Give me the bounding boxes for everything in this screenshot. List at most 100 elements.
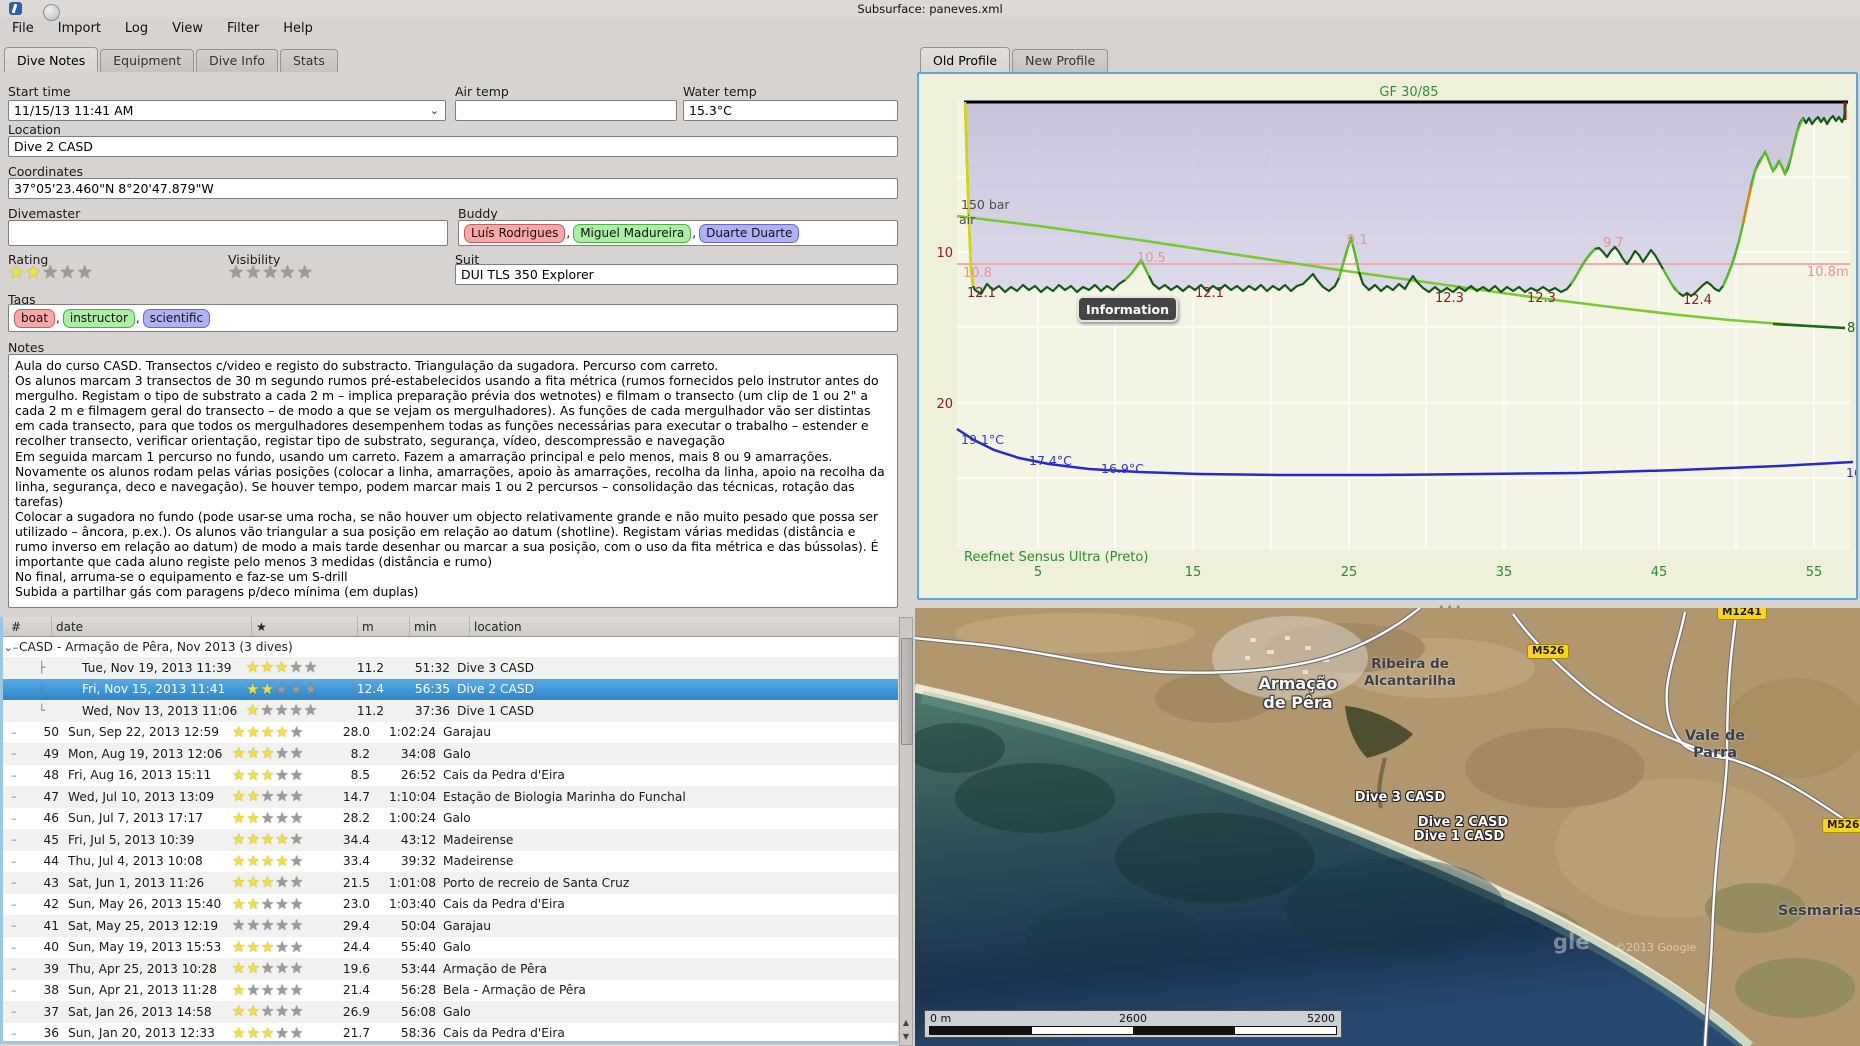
- location-input[interactable]: Dive 2 CASD: [8, 136, 898, 157]
- dive-row[interactable]: –43 Sat, Jun 1, 2013 11:26 ★ ★ ★ ★ ★ 21.5 1:01:0…: [3, 872, 898, 894]
- divemaster-input[interactable]: [8, 220, 448, 246]
- star-icon: ★: [289, 980, 304, 999]
- suit-input[interactable]: DUI TLS 350 Explorer: [455, 264, 898, 285]
- tab-equipment[interactable]: Equipment: [100, 49, 195, 72]
- water-temp-input[interactable]: 15.3°C: [683, 100, 898, 121]
- dive-row[interactable]: –48 Fri, Aug 16, 2013 15:11 ★ ★ ★ ★ ★ 8.5 26:52 C…: [3, 764, 898, 786]
- star-icon: ★: [275, 894, 289, 913]
- star-icon: ★: [289, 679, 303, 698]
- dive-row[interactable]: –44 Thu, Jul 4, 2013 10:08 ★ ★ ★ ★ ★ 33.4 39:32 M…: [3, 850, 898, 872]
- col-rating[interactable]: ★: [251, 617, 357, 636]
- tab-stats[interactable]: Stats: [279, 49, 338, 72]
- map-sesmarias-label: Sesmarias: [1777, 903, 1860, 919]
- visibility-stars[interactable]: ★ ★ ★ ★ ★: [228, 264, 314, 282]
- star-icon: ★: [275, 787, 289, 806]
- dive-row[interactable]: –39 Thu, Apr 25, 2013 10:28 ★ ★ ★ ★ ★ 19.6 53:44…: [3, 958, 898, 980]
- chip[interactable]: instructor: [62, 308, 135, 328]
- menu-item-filter[interactable]: Filter: [219, 19, 267, 38]
- buddy-input[interactable]: Luís Rodrigues, Miguel Madureira, Duarte D…: [458, 220, 898, 246]
- menu-item-log[interactable]: Log: [117, 19, 156, 38]
- tab-dive-notes[interactable]: Dive Notes: [4, 47, 99, 72]
- depth-sample-label: 12.4: [1683, 293, 1712, 308]
- tree-glyph: –: [11, 833, 17, 847]
- star-icon: ★: [262, 262, 279, 283]
- col-date[interactable]: date: [51, 617, 251, 636]
- chip[interactable]: Miguel Madureira: [573, 223, 692, 243]
- chip-separator: ,: [692, 226, 697, 240]
- star-icon: ★: [260, 787, 275, 806]
- dive-row[interactable]: –50 Sun, Sep 22, 2013 12:59 ★ ★ ★ ★ ★ 28.0 1:02:…: [3, 721, 898, 743]
- dive-row[interactable]: ├ Tue, Nov 19, 2013 11:39 ★ ★ ★ ★ ★ 11.2 51:32 Di…: [3, 657, 898, 679]
- notes-textarea[interactable]: Aula do curso CASD. Transectos c/video e…: [8, 354, 898, 608]
- star-icon: ★: [303, 679, 318, 698]
- dive-rating: ★ ★ ★ ★ ★: [232, 894, 318, 913]
- tab-dive-info[interactable]: Dive Info: [196, 49, 278, 72]
- trip-row[interactable]: ⌄– CASD - Armação de Pêra, Nov 2013 (3 d…: [3, 637, 898, 657]
- col-number[interactable]: #: [3, 617, 51, 636]
- tree-glyph: –: [11, 725, 17, 739]
- dive-row[interactable]: –36 Sun, Jan 20, 2013 12:33 ★ ★ ★ ★ ★ 21.7 58:36…: [3, 1022, 898, 1041]
- dive-location: Galo: [443, 940, 471, 955]
- dive-row[interactable]: ├ Fri, Nov 15, 2013 11:41 ★ ★ ★ ★ ★ 12.4 56:35 Di…: [3, 678, 898, 700]
- dive-date: Tue, Nov 19, 2013 11:39: [82, 660, 232, 675]
- dive-row[interactable]: –40 Sun, May 19, 2013 15:53 ★ ★ ★ ★ ★ 24.4 55:40…: [3, 936, 898, 958]
- dive-site-map[interactable]: Armação de Pêra Ribeira de Alcantarilha …: [915, 608, 1860, 1046]
- dive-date: Fri, Nov 15, 2013 11:41: [82, 682, 226, 697]
- dive-duration: 53:44: [400, 961, 436, 976]
- dive-row[interactable]: └ Wed, Nov 13, 2013 11:06 ★ ★ ★ ★ ★ 11.2 37:36 Di…: [3, 700, 898, 722]
- information-tooltip[interactable]: Information: [1077, 296, 1178, 322]
- chip-separator: ,: [135, 311, 140, 325]
- star-icon: ★: [275, 722, 289, 741]
- time-tick: 55: [1806, 565, 1823, 580]
- dive-row[interactable]: –38 Sun, Apr 21, 2013 11:28 ★ ★ ★ ★ ★ 21.4 56:28…: [3, 979, 898, 1001]
- star-icon: ★: [246, 830, 260, 849]
- dive-number: 44: [43, 854, 59, 869]
- col-location[interactable]: location: [469, 617, 898, 636]
- dive-row[interactable]: –49 Mon, Aug 19, 2013 12:06 ★ ★ ★ ★ ★ 8.2 34:08 G…: [3, 743, 898, 765]
- col-depth[interactable]: m: [357, 617, 409, 636]
- col-duration[interactable]: min: [409, 617, 469, 636]
- chip[interactable]: boat: [14, 308, 56, 328]
- dive-date: Fri, Aug 16, 2013 15:11: [68, 768, 212, 783]
- scroll-down-icon[interactable]: ▼: [900, 1030, 912, 1043]
- star-icon: ★: [232, 722, 246, 741]
- titlebar: Subsurface: paneves.xml: [0, 0, 1860, 17]
- scrollbar-thumb[interactable]: [901, 638, 913, 745]
- dive-list-scrollbar[interactable]: ▲ ▼: [899, 617, 913, 1046]
- rating-stars[interactable]: ★ ★ ★ ★ ★: [8, 264, 94, 282]
- buddy-label: Buddy: [458, 206, 498, 221]
- menu-item-import[interactable]: Import: [50, 19, 109, 38]
- tab-new-profile[interactable]: New Profile: [1012, 49, 1109, 72]
- dive-duration: 51:32: [414, 660, 450, 675]
- star-icon: ★: [289, 937, 304, 956]
- menu-item-view[interactable]: View: [164, 19, 211, 38]
- chip[interactable]: Luís Rodrigues: [464, 223, 566, 243]
- depth-sample-label: 10.5: [1137, 251, 1166, 266]
- dive-row[interactable]: –47 Wed, Jul 10, 2013 13:09 ★ ★ ★ ★ ★ 14.7 1:10:…: [3, 786, 898, 808]
- chip[interactable]: Duarte Duarte: [699, 223, 800, 243]
- map-town-label: Armação de Pêra: [1258, 674, 1338, 712]
- menu-item-file[interactable]: File: [4, 19, 42, 38]
- coordinates-input[interactable]: 37°05'23.460"N 8°20'47.879"W: [8, 178, 898, 199]
- dive-row[interactable]: –41 Sat, May 25, 2013 12:19 ★ ★ ★ ★ ★ 29.4 50:04…: [3, 915, 898, 937]
- dive-rating: ★ ★ ★ ★ ★: [246, 679, 332, 698]
- start-time-combobox[interactable]: 11/15/13 11:41 AM ⌄: [8, 100, 446, 121]
- dive-row[interactable]: –46 Sun, Jul 7, 2013 17:17 ★ ★ ★ ★ ★ 28.2 1:00:2…: [3, 807, 898, 829]
- dive-depth: 34.4: [342, 832, 370, 847]
- star-icon: ★: [275, 980, 289, 999]
- chip[interactable]: scientific: [142, 308, 211, 328]
- air-temp-input[interactable]: [455, 100, 677, 121]
- collapse-arrow-icon[interactable]: ⌄–: [3, 641, 19, 654]
- menu-item-help[interactable]: Help: [275, 19, 321, 38]
- star-icon: ★: [232, 894, 246, 913]
- star-icon: ★: [260, 1002, 275, 1021]
- copyright-watermark: ©2013 Google: [1615, 941, 1697, 954]
- dive-row[interactable]: –37 Sat, Jan 26, 2013 14:58 ★ ★ ★ ★ ★ 26.9 56:08…: [3, 1001, 898, 1023]
- star-icon: ★: [246, 894, 260, 913]
- dive-duration: 1:10:04: [389, 789, 436, 804]
- tab-old-profile[interactable]: Old Profile: [920, 47, 1011, 72]
- dive-row[interactable]: –42 Sun, May 26, 2013 15:40 ★ ★ ★ ★ ★ 23.0 1:03:…: [3, 893, 898, 915]
- scroll-up-icon[interactable]: ▲: [900, 1016, 912, 1029]
- dive-row[interactable]: –45 Fri, Jul 5, 2013 10:39 ★ ★ ★ ★ ★ 34.4 43:12 M…: [3, 829, 898, 851]
- tags-input[interactable]: boat, instructor, scientific: [8, 304, 898, 332]
